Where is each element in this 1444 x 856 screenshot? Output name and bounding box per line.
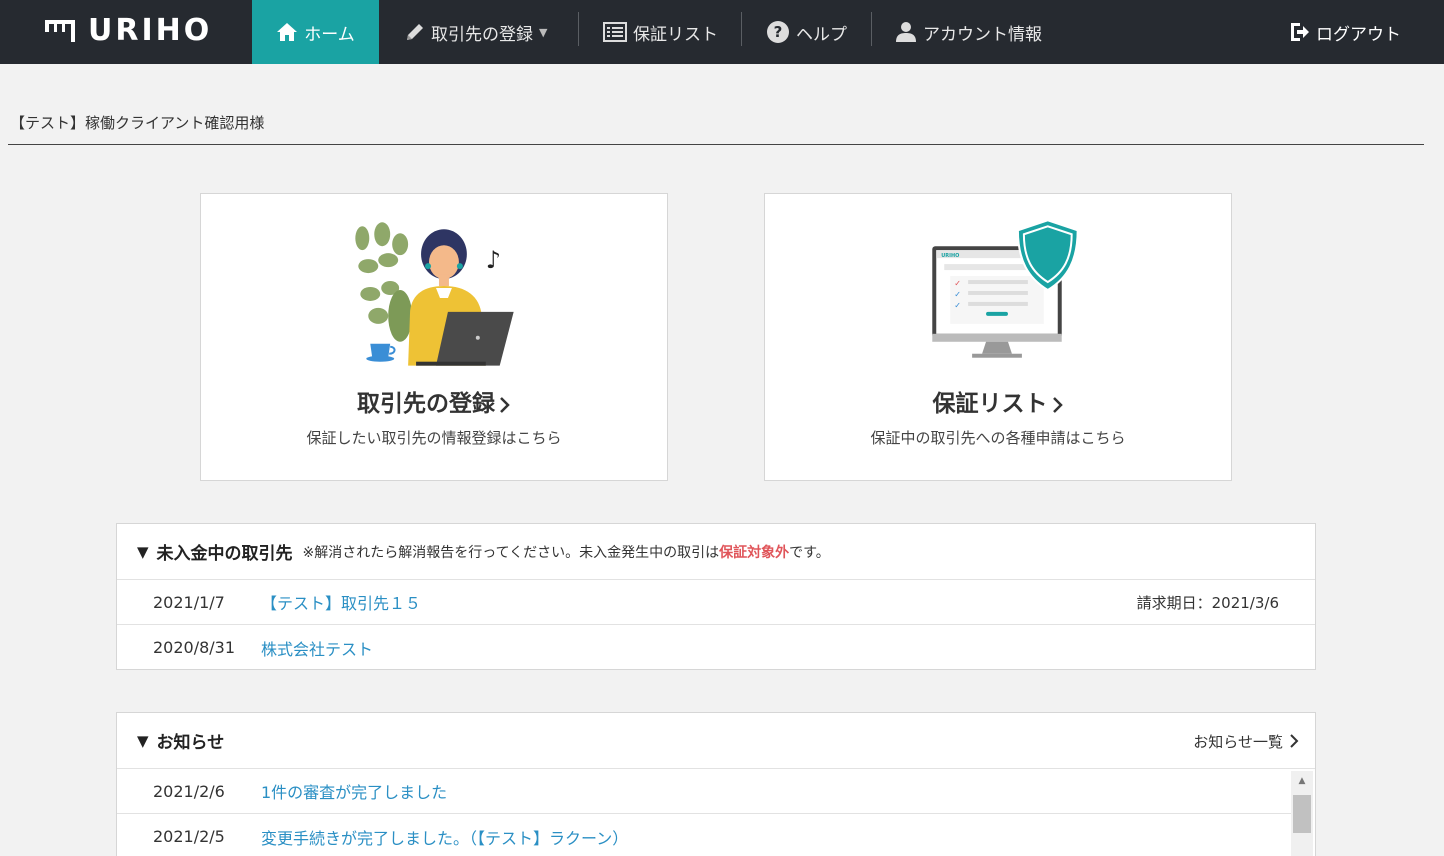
news-panel-title: お知らせ [156, 733, 225, 753]
nav-account-label: アカウント情報 [923, 24, 1042, 45]
chevron-right-icon [500, 396, 510, 413]
nav-home-label: ホーム [304, 24, 355, 45]
register-card-desc: 保証したい取引先の情報登録はこちら [306, 429, 562, 447]
news-scrollbar[interactable]: ▲ [1291, 771, 1313, 856]
unpaid-row: 2020/8/31 株式会社テスト [117, 625, 1315, 670]
top-navbar: URIHO ホーム 取引先の登録 ▼ 保証リスト ? ヘルプ アカウント情報 ロ… [0, 0, 1444, 64]
nav-account[interactable]: アカウント情報 [895, 0, 1042, 64]
unpaid-date: 2020/8/31 [153, 638, 236, 657]
list-icon [603, 22, 627, 42]
chevron-down-icon: ▼ [539, 25, 548, 39]
logo-mark-icon [45, 20, 75, 42]
nav-logout-label: ログアウト [1316, 24, 1401, 45]
triangle-down-icon: ▼ [137, 731, 149, 750]
nav-guarantee-list-label: 保証リスト [633, 24, 718, 45]
monitor-shield-illustration: URIHO ✓ ✓ ✓ [932, 219, 1079, 358]
user-icon [896, 22, 916, 42]
scroll-thumb[interactable] [1293, 795, 1311, 833]
nav-help-label: ヘルプ [796, 24, 847, 45]
register-card-title: 取引先の登録 [201, 384, 667, 418]
news-link[interactable]: 1件の審査が完了しました [261, 779, 447, 803]
register-card[interactable]: ♪ 取引先の登録 保証したい取引先の情報登録はこちら [200, 193, 668, 481]
screen-logo-text: URIHO [941, 253, 959, 259]
title-divider [8, 144, 1424, 145]
news-date: 2021/2/6 [153, 781, 225, 801]
unpaid-panel-header[interactable]: ▼ 未入金中の取引先 ※解消されたら解消報告を行ってください。未入金発生中の取引… [117, 524, 1315, 580]
pencil-icon [407, 24, 423, 40]
unpaid-row: 2021/1/7 【テスト】取引先１５ 請求期日：2021/3/6 [117, 580, 1315, 625]
news-date: 2021/2/5 [153, 827, 225, 846]
chevron-right-icon [1052, 396, 1063, 413]
unpaid-panel-title: 未入金中の取引先 [156, 544, 293, 564]
news-row: 2021/2/5 変更手続きが完了しました。（【テスト】ラクーン） [117, 814, 1291, 856]
news-link[interactable]: 変更手続きが完了しました。（【テスト】ラクーン） [261, 825, 628, 849]
svg-text:♪: ♪ [486, 246, 501, 274]
nav-home[interactable]: ホーム [252, 0, 379, 64]
news-row: 2021/2/6 1件の審査が完了しました [117, 769, 1291, 814]
scroll-up-arrow-icon[interactable]: ▲ [1291, 771, 1313, 791]
svg-text:?: ? [774, 23, 783, 41]
svg-text:✓: ✓ [954, 301, 961, 310]
news-list: 2021/2/6 1件の審査が完了しました 2021/2/5 変更手続きが完了し… [117, 769, 1291, 856]
client-name: 【テスト】稼働クライアント確認用様 [10, 114, 265, 132]
warn-text: 保証対象外 [719, 544, 790, 561]
home-icon [277, 23, 298, 41]
unpaid-due-date: 請求期日：2021/3/6 [1136, 593, 1279, 612]
chevron-right-icon [1290, 734, 1299, 748]
uriho-logo[interactable]: URIHO [44, 10, 212, 50]
nav-register-label: 取引先の登録 [431, 24, 533, 45]
svg-text:✓: ✓ [954, 279, 961, 288]
nav-logout[interactable]: ログアウト [1288, 0, 1401, 64]
unpaid-panel-note: ※解消されたら解消報告を行ってください。未入金発生中の取引は保証対象外です。 [302, 544, 830, 561]
nav-help[interactable]: ? ヘルプ [766, 0, 847, 64]
guarantee-card-title: 保証リスト [765, 384, 1231, 418]
svg-text:✓: ✓ [954, 290, 961, 299]
nav-divider [741, 12, 742, 46]
person-laptop-illustration: ♪ [355, 222, 514, 366]
unpaid-clients-panel: ▼ 未入金中の取引先 ※解消されたら解消報告を行ってください。未入金発生中の取引… [116, 523, 1316, 670]
news-panel-header[interactable]: ▼ お知らせ お知らせ一覧 [117, 713, 1315, 769]
nav-guarantee-list[interactable]: 保証リスト [603, 0, 718, 64]
unpaid-client-link[interactable]: 株式会社テスト [261, 636, 373, 660]
unpaid-client-link[interactable]: 【テスト】取引先１５ [261, 590, 421, 614]
logout-icon [1291, 23, 1309, 41]
guarantee-card-desc: 保証中の取引先への各種申請はこちら [870, 429, 1126, 447]
logo-text: URIHO [88, 12, 213, 48]
unpaid-date: 2021/1/7 [153, 592, 225, 612]
nav-register[interactable]: 取引先の登録 ▼ [405, 0, 547, 64]
question-circle-icon: ? [767, 21, 789, 43]
nav-divider [871, 12, 872, 46]
guarantee-list-card[interactable]: URIHO ✓ ✓ ✓ 保証リスト 保証中の取引先への各種申請はこちら [764, 193, 1232, 481]
nav-divider [578, 12, 579, 46]
news-panel: ▼ お知らせ お知らせ一覧 2021/2/6 1件の審査が完了しました 2021… [116, 712, 1316, 856]
triangle-down-icon: ▼ [137, 542, 149, 561]
news-list-link[interactable]: お知らせ一覧 [1193, 713, 1299, 769]
